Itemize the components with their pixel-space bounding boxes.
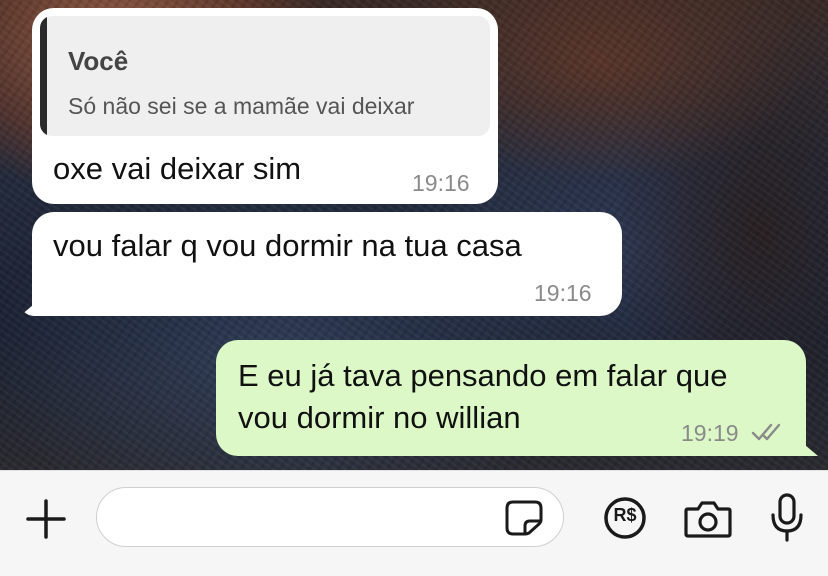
quoted-message[interactable]: Você Só não sei se a mamãe vai deixar (40, 16, 490, 136)
message-text-line: vou dormir no willian (238, 400, 521, 435)
microphone-icon[interactable] (769, 493, 805, 543)
camera-icon[interactable] (684, 500, 732, 538)
quote-text: Só não sei se a mamãe vai deixar (68, 93, 415, 119)
message-time: 19:16 (412, 170, 470, 196)
message-time: 19:19 (681, 420, 739, 446)
message-time: 19:16 (534, 280, 592, 306)
message-text-line: E eu já tava pensando em falar que (238, 358, 728, 393)
quote-author: Você (68, 46, 129, 76)
message-bubble-incoming[interactable]: Você Só não sei se a mamãe vai deixar ox… (32, 8, 498, 204)
message-text: vou falar q vou dormir na tua casa (53, 228, 522, 263)
read-receipt-icon (751, 423, 781, 441)
message-input[interactable] (96, 487, 564, 547)
message-input-bar: R$ (0, 470, 828, 576)
message-text: oxe vai deixar sim (53, 151, 302, 186)
quote-accent-bar (40, 16, 47, 136)
payment-label: R$ (613, 505, 637, 525)
message-bubble-outgoing[interactable]: E eu já tava pensando em falar que vou d… (216, 340, 818, 456)
sticker-icon[interactable] (505, 500, 543, 536)
plus-icon[interactable] (25, 498, 67, 540)
chat-wallpaper: Você Só não sei se a mamãe vai deixar ox… (0, 0, 828, 470)
message-bubble-incoming[interactable]: vou falar q vou dormir na tua casa 19:16 (20, 212, 622, 316)
